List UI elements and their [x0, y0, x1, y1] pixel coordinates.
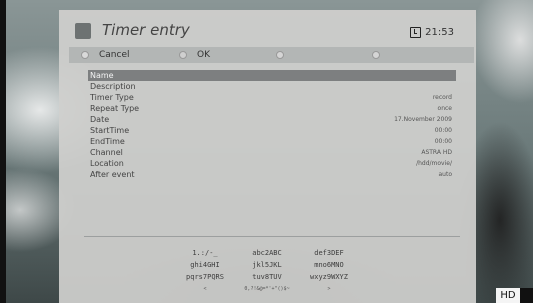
field-label: Location [90, 159, 124, 168]
field-start-time[interactable]: StartTime 00:00 [88, 125, 456, 136]
field-label: Name [90, 71, 114, 80]
blue-button[interactable] [372, 47, 390, 63]
key-5[interactable]: jkl5JKL [237, 260, 297, 270]
timer-entry-dialog: Timer entry 21:53 Cancel OK Name Descrip… [59, 10, 476, 303]
timer-app-icon [75, 23, 91, 39]
field-label: Channel [90, 148, 123, 157]
field-label: Repeat Type [90, 104, 140, 113]
hd-badge-block [520, 288, 533, 303]
key-4[interactable]: ghi4GHI [175, 260, 235, 270]
blue-button-icon [372, 51, 380, 59]
field-value: ASTRA HD [421, 149, 452, 156]
cancel-button[interactable]: Cancel [81, 47, 130, 63]
clock: 21:53 [410, 27, 454, 38]
field-repeat-type[interactable]: Repeat Type once [88, 103, 456, 114]
divider [84, 236, 460, 237]
field-value: 17.November 2009 [394, 116, 452, 123]
clock-icon [410, 27, 422, 38]
field-label: Timer Type [90, 93, 134, 102]
field-label: Description [90, 82, 136, 91]
field-channel[interactable]: Channel ASTRA HD [88, 147, 456, 158]
ok-button-label: OK [197, 50, 210, 60]
field-value: 00:00 [434, 127, 452, 134]
timer-field-list: Name Description Timer Type record Repea… [88, 70, 456, 180]
screen-edge [0, 0, 6, 303]
field-label: EndTime [90, 137, 125, 146]
key-6[interactable]: mno6MNO [299, 260, 359, 270]
key-2[interactable]: abc2ABC [237, 248, 297, 258]
key-right[interactable]: > [299, 284, 359, 294]
dialog-header: Timer entry 21:53 [59, 10, 476, 47]
field-value: 00:00 [434, 138, 452, 145]
key-3[interactable]: def3DEF [299, 248, 359, 258]
keyboard-row: pqrs7PQRS tuv8TUV wxyz9WXYZ [59, 272, 476, 282]
key-7[interactable]: pqrs7PQRS [175, 272, 235, 282]
keyboard-row: 1.:/-_ abc2ABC def3DEF [59, 248, 476, 258]
field-label: StartTime [90, 126, 130, 135]
hd-badge: HD [496, 288, 533, 303]
keyboard-row: < 0,?!&@=*'+"()$~ > [59, 284, 476, 294]
ok-button[interactable]: OK [179, 47, 210, 63]
field-after-event[interactable]: After event auto [88, 169, 456, 180]
field-label: After event [90, 170, 135, 179]
field-value: /hdd/movie/ [416, 160, 452, 167]
field-value: record [432, 94, 452, 101]
yellow-button[interactable] [276, 47, 294, 63]
key-left[interactable]: < [175, 284, 235, 294]
field-location[interactable]: Location /hdd/movie/ [88, 158, 456, 169]
green-button-icon [179, 51, 187, 59]
red-button-icon [81, 51, 89, 59]
keyboard-row: ghi4GHI jkl5JKL mno6MNO [59, 260, 476, 270]
clock-time: 21:53 [425, 27, 454, 38]
color-button-bar: Cancel OK [69, 47, 474, 63]
cancel-button-label: Cancel [99, 50, 130, 60]
field-name[interactable]: Name [88, 70, 456, 81]
field-description[interactable]: Description [88, 81, 456, 92]
field-date[interactable]: Date 17.November 2009 [88, 114, 456, 125]
field-label: Date [90, 115, 110, 124]
yellow-button-icon [276, 51, 284, 59]
dialog-title: Timer entry [102, 21, 190, 39]
key-9[interactable]: wxyz9WXYZ [299, 272, 359, 282]
field-value: auto [438, 171, 452, 178]
field-value: once [437, 105, 452, 112]
key-1[interactable]: 1.:/-_ [175, 248, 235, 258]
field-end-time[interactable]: EndTime 00:00 [88, 136, 456, 147]
field-timer-type[interactable]: Timer Type record [88, 92, 456, 103]
key-8[interactable]: tuv8TUV [237, 272, 297, 282]
key-0[interactable]: 0,?!&@=*'+"()$~ [231, 284, 303, 294]
hd-label: HD [496, 288, 520, 303]
